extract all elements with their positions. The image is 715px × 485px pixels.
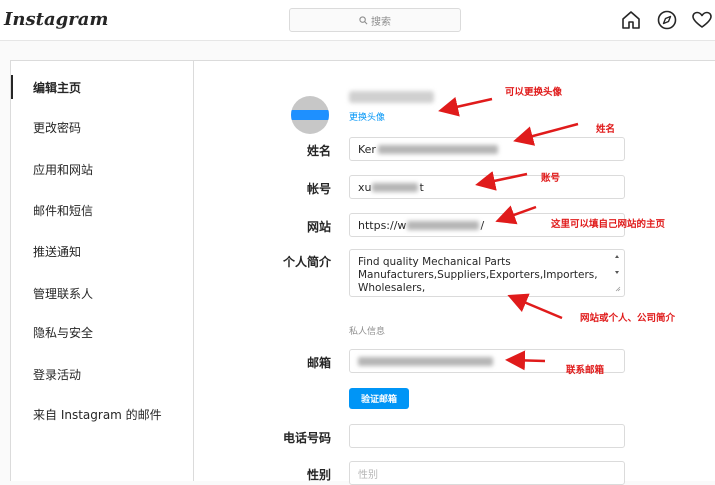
annotation-username: 账号 [541,173,561,184]
annotation-arrows [438,96,579,371]
arrow-bio [507,293,563,320]
annotation-name: 姓名 [596,124,616,135]
annotation-website: 这里可以填自己网站的主页 [551,219,666,230]
arrow-email [505,350,546,371]
annotation-avatar: 可以更换头像 [505,87,563,98]
arrow-username [475,171,528,191]
annotation-email: 联系邮箱 [566,365,605,376]
arrow-website [495,205,537,225]
arrow-name [513,122,579,146]
arrow-avatar [438,96,493,117]
annotation-bio: 网站或个人、公司简介 [580,313,676,324]
